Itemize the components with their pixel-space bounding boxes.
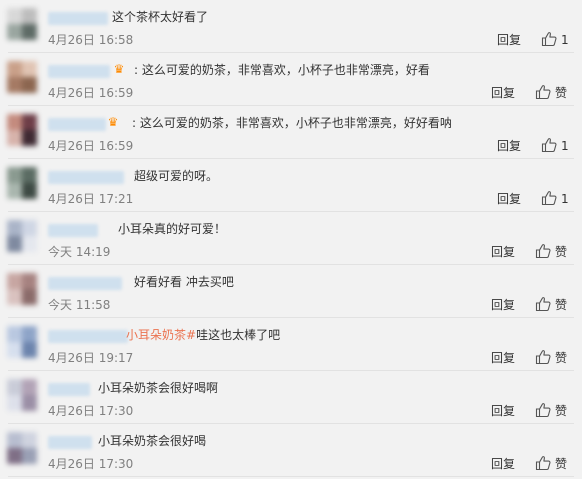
comment-item: 超级可爱的呀。 4月26日 17:21 回复 1 [0,159,582,212]
comment-text: : 这么可爱的奶茶，非常喜欢，小杯子也非常漂亮，好看 [134,62,430,78]
comment-body: 小耳朵真的好可爱！ [118,222,227,236]
user-avatar[interactable] [7,220,37,252]
row-divider [8,476,574,477]
comment-item: 小耳朵奶茶#哇这也太棒了吧 4月26日 19:17 回复 赞 [0,318,582,371]
comment-item: 小耳朵奶茶会很好喝 4月26日 17:30 回复 赞 [0,424,582,477]
reply-button[interactable]: 回复 [491,298,515,312]
reply-button[interactable]: 回复 [491,245,515,259]
username-link[interactable] [48,118,106,131]
comment-timestamp: 4月26日 17:21 [48,192,134,206]
like-count: 1 [561,192,569,206]
comment-body: 好看好看 冲去买吧 [134,275,234,289]
user-avatar[interactable] [7,326,37,358]
comment-timestamp: 4月26日 17:30 [48,457,134,471]
comment-timestamp: 4月26日 17:30 [48,404,134,418]
vip-badge-icon: ♛ [107,115,119,129]
comment-timestamp: 今天 11:58 [48,298,111,312]
username-link[interactable] [48,436,92,449]
reply-button[interactable]: 回复 [491,86,515,100]
comment-item: 小耳朵奶茶会很好喝啊 4月26日 17:30 回复 赞 [0,371,582,424]
like-count: 赞 [555,86,568,100]
comment-text: 小耳朵真的好可爱！ [118,221,226,237]
like-count: 赞 [555,457,568,471]
user-avatar[interactable] [7,61,37,93]
comment-timestamp: 今天 14:19 [48,245,111,259]
reply-button[interactable]: 回复 [497,192,521,206]
thumbs-up-icon [535,455,551,471]
comment-text: 小耳朵奶茶会很好喝啊 [98,380,218,396]
thumbs-up-icon [541,137,557,153]
comment-body: 这个茶杯太好看了 [112,10,209,24]
like-count: 赞 [555,245,568,259]
comment-timestamp: 4月26日 19:17 [48,351,134,365]
thumbs-up-icon [541,31,557,47]
comment-hashtag-link[interactable]: 小耳朵奶茶# [126,328,196,342]
username-link[interactable] [48,330,128,343]
thumbs-up-icon [535,243,551,259]
username-link[interactable] [48,171,124,184]
username-link[interactable] [48,277,122,290]
comment-item: 这个茶杯太好看了 4月26日 16:58 回复 1 [0,0,582,53]
user-avatar[interactable] [7,8,37,40]
like-count: 1 [561,139,569,153]
comment-list: 这个茶杯太好看了 4月26日 16:58 回复 1 ♛ : 这么可爱的奶茶，非常喜欢，小杯… [0,0,582,479]
comment-timestamp: 4月26日 16:59 [48,139,134,153]
user-avatar[interactable] [7,379,37,411]
thumbs-up-icon [541,190,557,206]
comment-item: 小耳朵真的好可爱！ 今天 14:19 回复 赞 [0,212,582,265]
like-count: 赞 [555,298,568,312]
user-avatar[interactable] [7,273,37,305]
comment-body: 小耳朵奶茶会很好喝啊 [98,381,219,395]
comment-item: ♛ : 这么可爱的奶茶，非常喜欢，小杯子也非常漂亮，好好看呐 4月26日 16:59… [0,106,582,159]
vip-badge-icon: ♛ [113,62,125,76]
comment-timestamp: 4月26日 16:59 [48,86,134,100]
user-avatar[interactable] [7,432,37,464]
username-link[interactable] [48,12,108,25]
comment-body: : 这么可爱的奶茶，非常喜欢，小杯子也非常漂亮，好好看呐 [132,116,452,130]
user-avatar[interactable] [7,114,37,146]
comment-body: : 这么可爱的奶茶，非常喜欢，小杯子也非常漂亮，好看 [134,63,430,77]
comment-text: 小耳朵奶茶#哇这也太棒了吧 [126,327,280,343]
reply-button[interactable]: 回复 [497,139,521,153]
reply-button[interactable]: 回复 [491,404,515,418]
username-link[interactable] [48,383,90,396]
like-count: 赞 [555,404,568,418]
like-count: 1 [561,33,569,47]
user-avatar[interactable] [7,167,37,199]
reply-button[interactable]: 回复 [497,33,521,47]
thumbs-up-icon [535,296,551,312]
comment-text: 超级可爱的呀。 [134,168,218,184]
comment-text: 小耳朵奶茶会很好喝 [98,433,206,449]
reply-button[interactable]: 回复 [491,457,515,471]
thumbs-up-icon [535,349,551,365]
comment-item: 好看好看 冲去买吧今天 11:58 回复 赞 [0,265,582,318]
thumbs-up-icon [535,84,551,100]
username-link[interactable] [48,224,98,237]
reply-button[interactable]: 回复 [491,351,515,365]
comment-body: 小耳朵奶茶会很好喝 [98,434,207,448]
comment-body: 哇这也太棒了吧 [196,328,281,342]
comment-item: ♛ : 这么可爱的奶茶，非常喜欢，小杯子也非常漂亮，好看 4月26日 16:59 回复… [0,53,582,106]
like-count: 赞 [555,351,568,365]
comment-text: 好看好看 冲去买吧 [134,274,234,290]
comment-timestamp: 4月26日 16:58 [48,33,134,47]
username-link[interactable] [48,65,110,78]
comment-text: : 这么可爱的奶茶，非常喜欢，小杯子也非常漂亮，好好看呐 [132,115,452,131]
comment-body: 超级可爱的呀。 [134,169,219,183]
comment-text: 这个茶杯太好看了 [112,9,208,25]
thumbs-up-icon [535,402,551,418]
